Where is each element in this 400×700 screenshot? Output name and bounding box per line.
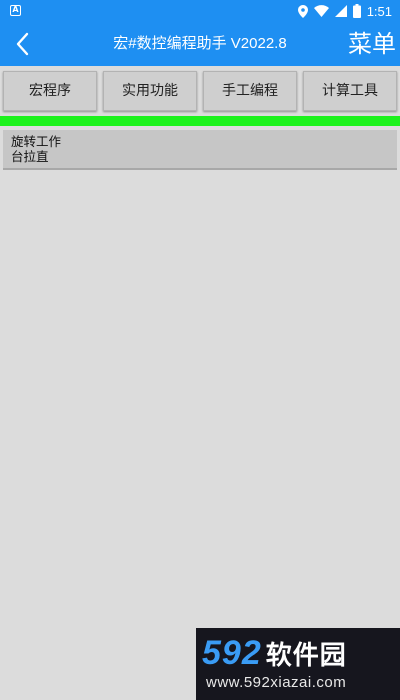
location-icon bbox=[297, 4, 308, 18]
watermark-brand: 软件园 bbox=[265, 641, 347, 671]
menu-button[interactable]: 菜单 bbox=[348, 22, 396, 66]
tab-bar: 宏程序 实用功能 手工编程 计算工具 bbox=[0, 66, 400, 114]
wifi-icon bbox=[313, 5, 329, 17]
tab-macro-program[interactable]: 宏程序 bbox=[3, 71, 97, 111]
program-list: 旋转工作 台拉直 bbox=[3, 130, 397, 170]
tab-calculation-tools[interactable]: 计算工具 bbox=[303, 71, 397, 111]
watermark-brand-row: 592 软件园 bbox=[202, 634, 347, 673]
watermark-logo: 592 软件园 www.592xiazai.com bbox=[196, 628, 400, 700]
list-item-line1: 旋转工作 bbox=[11, 134, 62, 149]
list-item-line2: 台拉直 bbox=[11, 149, 49, 164]
list-item[interactable]: 旋转工作 台拉直 bbox=[3, 130, 397, 170]
tab-manual-programming[interactable]: 手工编程 bbox=[203, 71, 297, 111]
app-bar: 宏#数控编程助手 V2022.8 菜单 bbox=[0, 22, 400, 66]
status-time: 1:51 bbox=[366, 3, 392, 19]
battery-icon bbox=[352, 4, 361, 18]
tab-utility-functions[interactable]: 实用功能 bbox=[103, 71, 197, 111]
app-title: 宏#数控编程助手 V2022.8 bbox=[113, 35, 287, 52]
status-bar: A 1:51 bbox=[0, 0, 400, 22]
app-notification-icon: A bbox=[10, 5, 21, 16]
signal-icon bbox=[334, 5, 347, 17]
green-indicator-bar bbox=[0, 116, 400, 126]
watermark-url: www.592xiazai.com bbox=[206, 674, 347, 691]
status-icons: 1:51 bbox=[297, 3, 392, 19]
watermark-digits: 592 bbox=[202, 634, 262, 672]
